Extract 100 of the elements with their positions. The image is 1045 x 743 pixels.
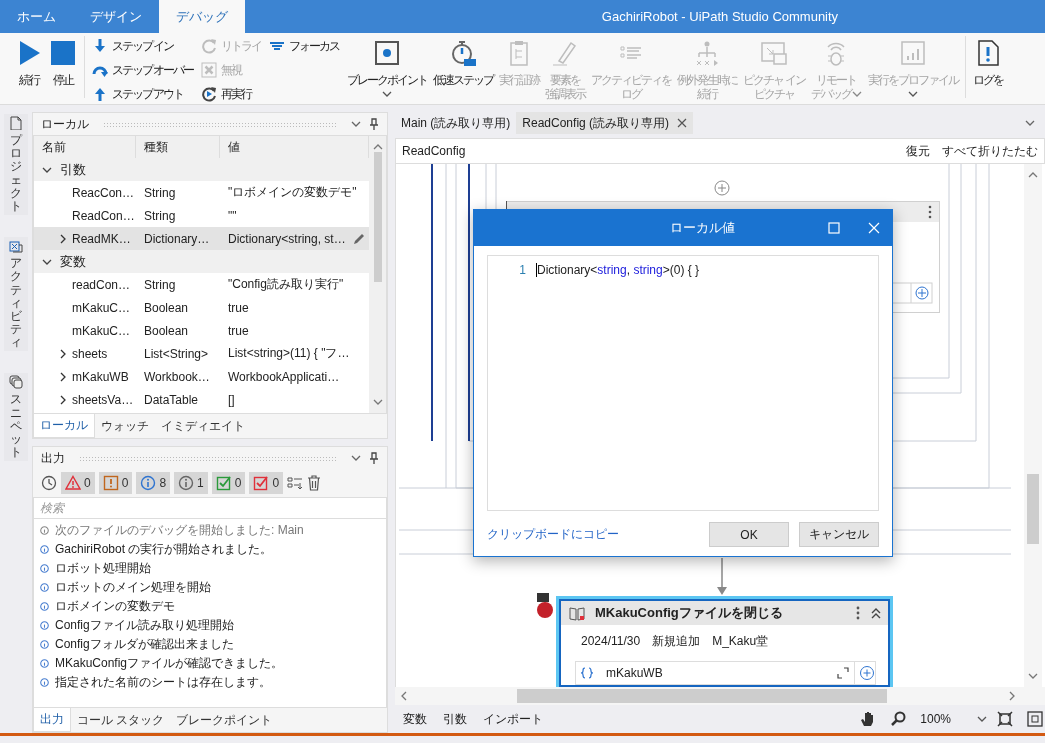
expand-icon[interactable] <box>58 394 68 405</box>
scrollbar[interactable] <box>1024 164 1042 687</box>
ribbon-button[interactable]: ステップ オーバー <box>89 58 199 82</box>
side-tab[interactable]: スニペット <box>4 373 28 462</box>
bar-chart-icon <box>898 39 927 67</box>
dialog-button[interactable]: キャンセル <box>799 522 879 547</box>
filter-button[interactable]: 1 <box>174 472 208 494</box>
panel-tab[interactable]: 引数 <box>437 710 473 728</box>
table-row[interactable]: ReacCon… String "ロボメインの変数デモ" <box>34 181 369 204</box>
filter-button[interactable]: 0 <box>211 472 246 494</box>
activities-icon <box>9 239 23 254</box>
panel-tab[interactable]: ブレークポイント <box>170 708 279 732</box>
scroll-thumb[interactable] <box>373 152 382 282</box>
scroll-thumb[interactable] <box>1027 474 1039 544</box>
table-row[interactable]: mKakuWB Workbook… WorkbookApplicati… <box>34 365 369 388</box>
info-icon <box>40 602 49 611</box>
panel-tab[interactable]: ウォッチ <box>95 414 155 438</box>
clock-icon[interactable] <box>41 475 57 491</box>
filter-button[interactable]: 8 <box>136 472 171 494</box>
table-cell: Dictionary<string, st… <box>228 231 346 246</box>
scroll-down-icon[interactable] <box>1028 671 1038 681</box>
table-row[interactable]: mKakuC… Boolean true <box>34 319 369 342</box>
activity-card[interactable]: MKakuConfigファイルを閉じる 2024/11/30 新規追加 M_Kaku堂 mKakuWB <box>556 596 893 687</box>
code-editor[interactable]: 1 Dictionary<string, string>(0) { } <box>487 255 879 511</box>
fit-screen-icon[interactable] <box>997 711 1013 727</box>
log-line: 次のファイルのデバッグを開始しました: Main <box>55 522 304 539</box>
ribbon-button[interactable]: 停止 <box>46 36 80 89</box>
scroll-thumb[interactable] <box>517 689 887 703</box>
table-row[interactable]: sheetsVa… DataTable [] <box>34 388 369 411</box>
ribbon-tab[interactable]: デバッグ <box>159 0 245 33</box>
copy-link[interactable]: クリップボードにコピー <box>487 526 699 543</box>
expand-icon[interactable] <box>58 348 68 359</box>
filter-button[interactable]: 0 <box>98 472 133 494</box>
expression-field[interactable]: mKakuWB <box>575 661 876 685</box>
dialog-button[interactable]: OK <box>709 522 789 547</box>
expand-field-icon[interactable] <box>836 666 850 680</box>
table-cell-text: DataTable <box>143 392 200 407</box>
zoom-dropdown[interactable]: 100% <box>910 708 993 730</box>
panel-tab[interactable]: インポート <box>477 710 549 728</box>
ribbon-button[interactable]: ログを <box>969 36 1006 89</box>
link-button[interactable]: 復元 <box>906 142 930 160</box>
side-tab[interactable]: アクティビティ <box>4 237 28 352</box>
scroll-up-icon[interactable] <box>1028 170 1038 180</box>
panel-tab[interactable]: ローカル <box>33 414 95 438</box>
table-row[interactable]: ReadCon… String "" <box>34 204 369 227</box>
chevron-down-icon[interactable] <box>351 453 361 463</box>
table-row[interactable]: readCon… String "Config読み取り実行" <box>34 273 369 296</box>
pin-icon[interactable] <box>369 118 379 130</box>
scroll-down-icon[interactable] <box>372 397 383 407</box>
expand-icon[interactable] <box>58 371 68 382</box>
ribbon-tab[interactable]: ホーム <box>0 0 73 33</box>
add-icon[interactable] <box>714 180 730 196</box>
code-line: Dictionary<string, string>(0) { } <box>536 263 700 277</box>
ribbon-button[interactable]: ステップ アウト <box>89 82 199 104</box>
collapse-icon[interactable] <box>870 607 882 619</box>
ribbon-button[interactable]: ブレークポイント <box>344 36 431 101</box>
chevron-down-icon[interactable] <box>351 119 361 129</box>
check-icon <box>253 475 270 491</box>
document-tab[interactable]: ReadConfig (読み取り専用) <box>516 112 694 134</box>
info-icon <box>40 640 49 649</box>
add-icon[interactable] <box>859 665 875 681</box>
chevron-down-icon[interactable] <box>1025 118 1035 128</box>
activity-title: MKakuConfigファイルを閉じる <box>595 604 784 622</box>
link-button[interactable]: すべて折りたたむ <box>942 142 1038 160</box>
overview-icon[interactable] <box>1027 711 1043 727</box>
filter-button[interactable]: 0 <box>61 472 95 494</box>
panel-tab[interactable]: 出力 <box>33 708 71 732</box>
trash-icon[interactable] <box>307 475 322 491</box>
search-icon[interactable] <box>890 711 907 727</box>
scroll-left-icon[interactable] <box>399 691 409 701</box>
ribbon-button[interactable]: 続行 <box>12 36 46 89</box>
ribbon-button[interactable]: 低速ステップ <box>430 36 497 89</box>
close-icon[interactable] <box>677 118 688 128</box>
pin-icon[interactable] <box>369 452 379 464</box>
ribbon-button[interactable]: フォーカス <box>266 34 345 58</box>
ribbon-button[interactable]: ステップ イン <box>89 34 199 58</box>
maximize-icon[interactable] <box>828 222 840 234</box>
scrollbar[interactable] <box>395 687 1045 705</box>
more-icon[interactable] <box>856 606 860 620</box>
filter-button[interactable]: 0 <box>249 472 284 494</box>
scroll-right-icon[interactable] <box>1007 691 1017 701</box>
sort-list-icon[interactable] <box>287 475 304 491</box>
scrollbar[interactable] <box>369 136 386 413</box>
panel-tab[interactable]: コール スタック <box>71 708 171 732</box>
scroll-up-icon[interactable] <box>372 142 383 152</box>
ribbon-button[interactable]: 再実行 <box>198 82 267 104</box>
ribbon-tab[interactable]: デザイン <box>73 0 159 33</box>
panel-tab[interactable]: 変数 <box>397 710 433 728</box>
panel-tab[interactable]: イミディエイト <box>155 414 251 438</box>
expand-icon[interactable] <box>58 233 68 244</box>
side-tab[interactable]: プロジェクト <box>4 114 28 216</box>
warning-icon <box>65 475 81 491</box>
search-field[interactable]: 検索 <box>33 497 387 519</box>
breadcrumb[interactable]: ReadConfig <box>402 144 466 158</box>
table-row[interactable]: sheets List<String> List<string>(11) { "フ… <box>34 342 369 365</box>
table-row[interactable]: mKakuC… Boolean true <box>34 296 369 319</box>
pencil-icon[interactable] <box>353 232 365 245</box>
document-tab[interactable]: Main (読み取り専用) <box>395 112 517 134</box>
table-cell: true <box>228 323 249 338</box>
table-row[interactable]: ReadMK… Dictionary… Dictionary<string, st… <box>34 227 369 250</box>
